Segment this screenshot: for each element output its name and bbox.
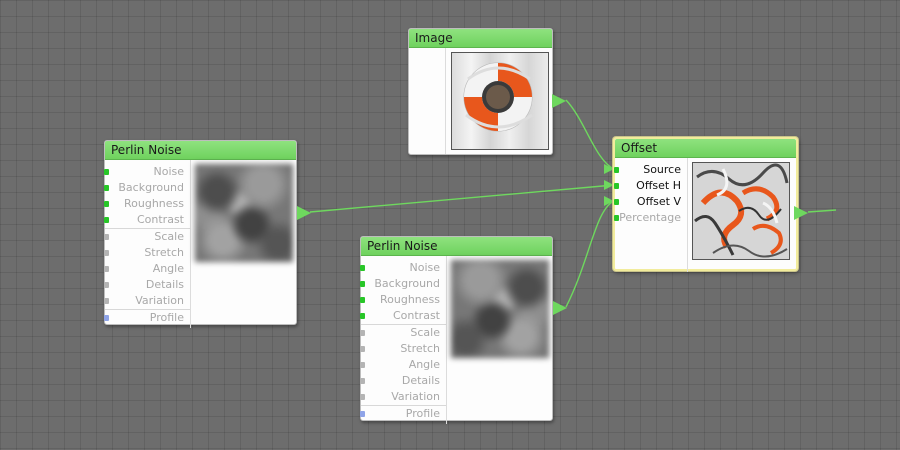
param-background[interactable]: Background [360,276,446,292]
input-port-icon[interactable] [614,215,619,221]
node-title[interactable]: Perlin Noise [105,141,296,160]
image-node[interactable]: Image [408,28,566,155]
output-port-icon[interactable] [794,206,808,220]
distorted-image-icon [693,163,789,259]
perlin-noise-node-2[interactable]: Perlin Noise Noise Background Roughness … [360,236,567,424]
input-port-icon[interactable] [360,297,365,303]
image-preview [451,52,549,150]
input-port-icon[interactable] [104,282,109,288]
param-stretch[interactable]: Stretch [104,245,190,261]
param-contrast[interactable]: Contrast [104,212,190,228]
node-title[interactable]: Offset [615,139,796,158]
wire-perlin2-to-offset-v [565,200,615,308]
input-port-icon[interactable] [360,346,365,352]
param-details[interactable]: Details [104,277,190,293]
noise-preview [195,164,293,262]
input-port-icon[interactable] [614,167,619,173]
noise-preview [451,260,549,358]
param-profile[interactable]: Profile [104,309,190,326]
input-port-icon[interactable] [360,265,365,271]
node-title[interactable]: Perlin Noise [361,237,552,256]
input-port-icon[interactable] [104,217,109,223]
param-scale[interactable]: Scale [104,228,190,245]
output-port-icon[interactable] [552,94,566,108]
input-port-icon[interactable] [360,411,365,417]
perlin-noise-node-1[interactable]: Perlin Noise Noise Background Roughness … [104,140,311,328]
param-profile[interactable]: Profile [360,405,446,422]
param-stretch[interactable]: Stretch [360,341,446,357]
param-angle[interactable]: Angle [360,357,446,373]
param-source[interactable]: Source [614,162,687,178]
input-port-icon[interactable] [360,378,365,384]
input-port-icon[interactable] [614,199,619,205]
input-port-icon[interactable] [104,234,109,240]
output-port-icon[interactable] [553,301,567,315]
param-angle[interactable]: Angle [104,261,190,277]
node-title[interactable]: Image [409,29,552,48]
input-port-icon[interactable] [104,201,109,207]
input-port-icon[interactable] [360,281,365,287]
input-port-icon[interactable] [104,169,109,175]
param-noise[interactable]: Noise [360,260,446,276]
input-port-icon[interactable] [104,266,109,272]
param-scale[interactable]: Scale [360,324,446,341]
offset-preview [692,162,790,260]
param-variation[interactable]: Variation [360,389,446,405]
input-port-icon[interactable] [360,362,365,368]
param-details[interactable]: Details [360,373,446,389]
param-noise[interactable]: Noise [104,164,190,180]
input-port-icon[interactable] [614,183,619,189]
param-background[interactable]: Background [104,180,190,196]
param-contrast[interactable]: Contrast [360,308,446,324]
input-port-icon[interactable] [360,313,365,319]
wire-offset-output [807,209,837,213]
input-port-icon[interactable] [104,185,109,191]
input-port-icon[interactable] [360,330,365,336]
param-roughness[interactable]: Roughness [360,292,446,308]
offset-node[interactable]: Offset Source Offset H Offset V Percenta… [613,137,808,272]
param-percentage[interactable]: Percentage [614,210,687,226]
param-offset-h[interactable]: Offset H [614,178,687,194]
input-port-icon[interactable] [104,250,109,256]
input-port-icon[interactable] [104,298,109,304]
param-variation[interactable]: Variation [104,293,190,309]
output-port-icon[interactable] [297,206,311,220]
input-port-icon[interactable] [104,315,109,321]
input-port-icon[interactable] [360,394,365,400]
param-roughness[interactable]: Roughness [104,196,190,212]
wire-image-to-source [565,99,615,170]
lifebuoy-icon [463,62,533,132]
wire-perlin1-to-offset-h [309,184,615,213]
param-offset-v[interactable]: Offset V [614,194,687,210]
